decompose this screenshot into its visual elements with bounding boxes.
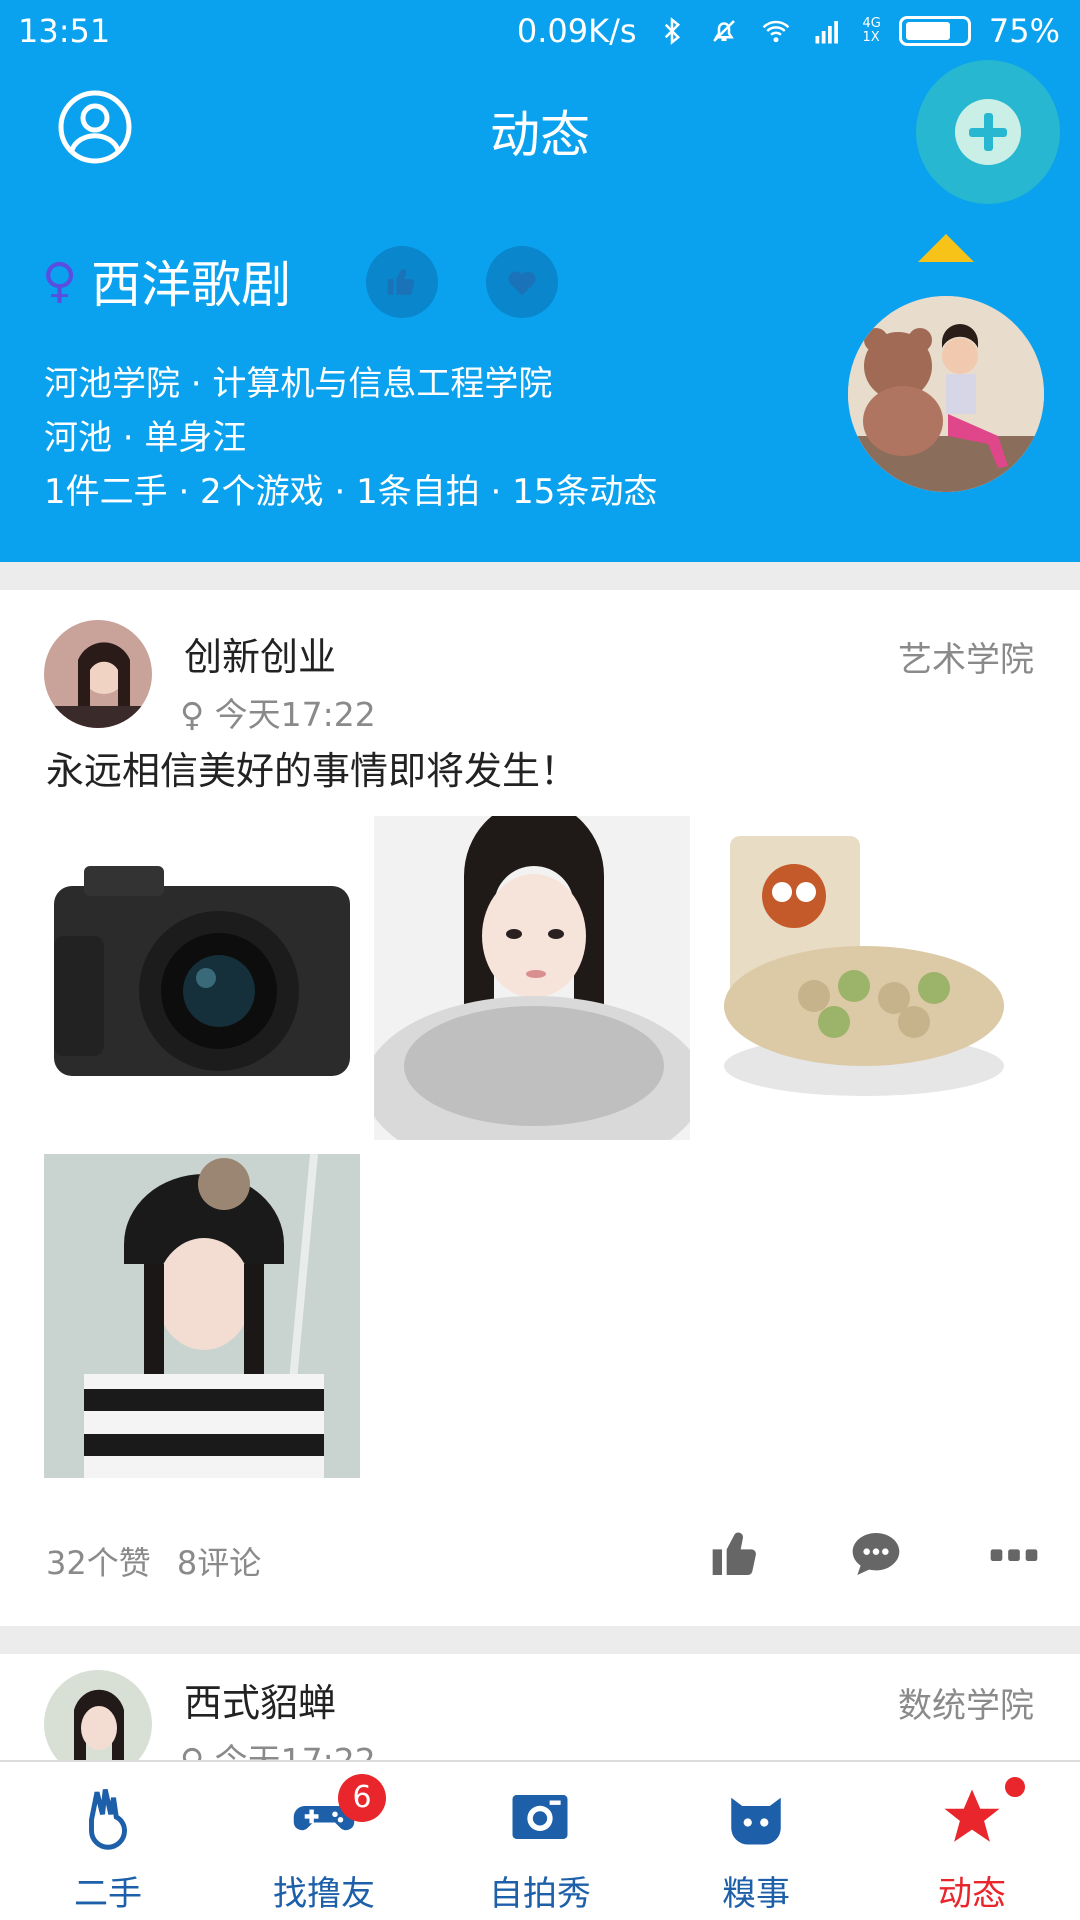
- battery-icon: [898, 16, 971, 46]
- nav-label: 二手: [74, 1874, 142, 1914]
- avatar-photo: [44, 620, 152, 728]
- heart-icon: [508, 271, 536, 296]
- wifi-icon: [762, 20, 789, 43]
- network-labels: 4G 1X: [863, 17, 881, 45]
- notification-dot: [1002, 1774, 1028, 1800]
- profile-name: 西洋歌剧: [91, 256, 292, 314]
- network-label: 4G: [862, 16, 881, 31]
- section-divider: [0, 562, 1080, 590]
- plus-icon: [955, 99, 1021, 165]
- post-college: 艺术学院: [898, 640, 1034, 680]
- post-text: 永远相信美好的事情即将发生！: [46, 749, 579, 793]
- profile-name-row: ♀ 西洋歌剧: [42, 245, 291, 317]
- battery-percent: 75%: [988, 12, 1060, 50]
- star-icon: [944, 1789, 1000, 1842]
- signal-icon: [815, 21, 838, 44]
- status-time: 13:51: [18, 12, 111, 50]
- cat-icon: [731, 1797, 781, 1845]
- post-photo-pistachio[interactable]: [704, 816, 1020, 1140]
- nav-item-jokes[interactable]: 糗事: [648, 1762, 864, 1920]
- profile-school: 河池学院 · 计算机与信息工程学院: [44, 364, 553, 404]
- status-icons: 0.09K/s 4G 1X 75%: [517, 12, 1060, 50]
- post-college: 数统学院: [898, 1686, 1034, 1726]
- status-bar: 13:51 0.09K/s 4G 1X 75%: [0, 0, 1080, 62]
- camera-photo: [44, 816, 360, 1140]
- like-profile-button[interactable]: [366, 246, 438, 318]
- sim-label: 1X: [862, 30, 880, 45]
- post-time: ♀ 今天17:22: [180, 688, 376, 736]
- nav-label: 糗事: [722, 1874, 790, 1914]
- thumbs-up-icon: [387, 268, 415, 295]
- profile-stats: 1件二手 · 2个游戏 · 1条自拍 · 15条动态: [44, 472, 658, 512]
- more-options-icon[interactable]: [984, 1526, 1044, 1582]
- section-divider: [0, 1626, 1080, 1654]
- girl-hat-photo: [44, 1154, 360, 1478]
- nav-label: 自拍秀: [489, 1874, 591, 1914]
- net-speed: 0.09K/s: [516, 12, 637, 50]
- add-post-button[interactable]: [916, 60, 1060, 204]
- post-photo-girl-hat[interactable]: [44, 1154, 360, 1478]
- camera-icon: [512, 1795, 568, 1839]
- female-icon: ♀: [180, 695, 205, 734]
- girl-fur-photo: [374, 816, 690, 1140]
- victory-hand-icon: [89, 1788, 127, 1850]
- nav-item-selfie[interactable]: 自拍秀: [432, 1762, 648, 1920]
- nav-item-find-friends[interactable]: 6 找撸友: [216, 1762, 432, 1920]
- triangle-indicator-icon: [918, 234, 974, 262]
- bluetooth-icon: [664, 17, 680, 45]
- post-photo-girl-fur[interactable]: [374, 816, 690, 1140]
- profile-avatar[interactable]: [848, 296, 1044, 492]
- favorite-profile-button[interactable]: [486, 246, 558, 318]
- nav-label: 动态: [938, 1874, 1006, 1914]
- post-stats: 32个赞 8评论: [46, 1538, 277, 1584]
- avatar-photo: [848, 296, 1044, 492]
- female-icon: ♀: [42, 253, 78, 309]
- pistachio-photo: [704, 816, 1020, 1140]
- post-username[interactable]: 创新创业: [184, 626, 336, 681]
- nav-item-secondhand[interactable]: 二手: [0, 1762, 216, 1920]
- notification-badge: 6: [338, 1774, 386, 1822]
- nav-label: 找撸友: [273, 1874, 375, 1914]
- like-count[interactable]: 32个赞: [46, 1544, 151, 1582]
- post-avatar[interactable]: [44, 620, 152, 728]
- nav-item-feed[interactable]: 动态: [864, 1762, 1080, 1920]
- bottom-nav: 二手 6 找撸友 自拍秀 糗事 动态: [0, 1760, 1080, 1920]
- comment-count[interactable]: 8评论: [177, 1544, 261, 1582]
- comment-icon[interactable]: [846, 1526, 906, 1582]
- profile-location: 河池 · 单身汪: [44, 418, 247, 458]
- profile-header: 13:51 0.09K/s 4G 1X 75% 动态 ♀ 西洋歌剧 河池学院 ·…: [0, 0, 1080, 562]
- post-username[interactable]: 西式貂蝉: [184, 1672, 336, 1727]
- post-photo-camera[interactable]: [44, 816, 360, 1140]
- silent-bell-icon: [712, 20, 735, 42]
- post-time-text: 今天17:22: [214, 695, 376, 734]
- thumbs-up-icon[interactable]: [706, 1526, 766, 1582]
